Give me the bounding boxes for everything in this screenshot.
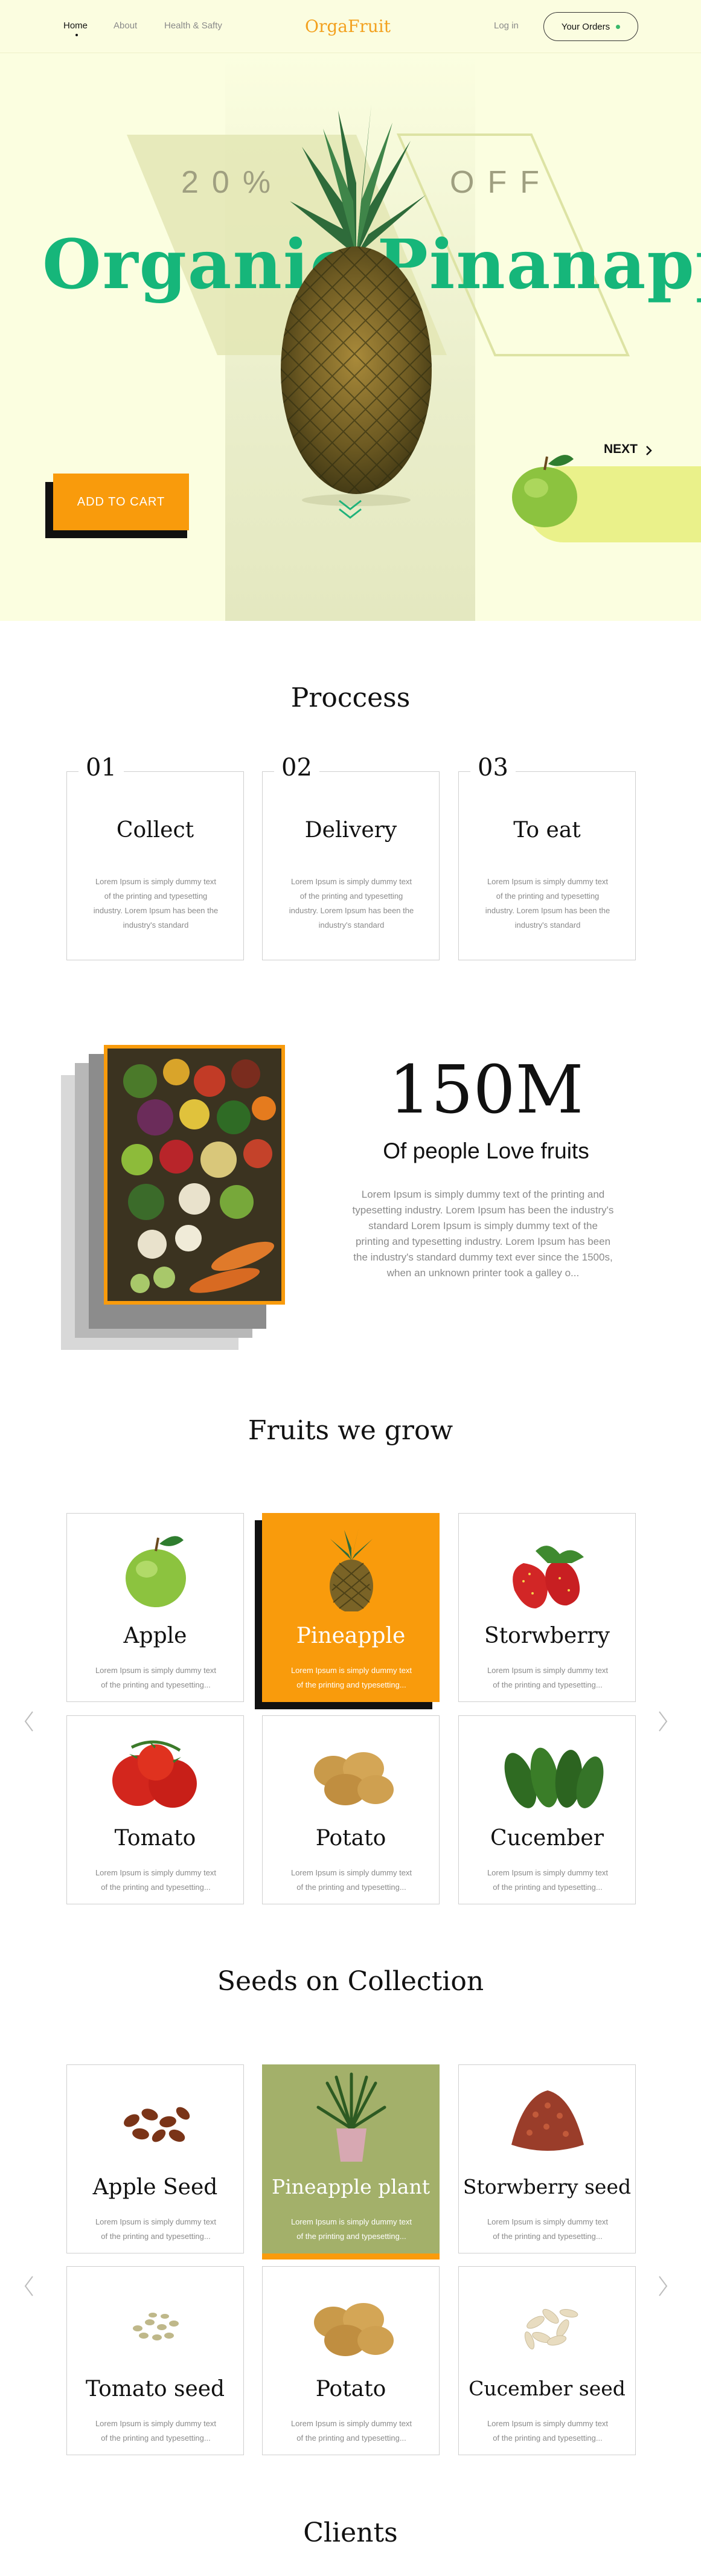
fruit-card-potato[interactable]: Potato Lorem Ipsum is simply dummy text … <box>262 1715 440 1904</box>
cucumber-image <box>504 1747 604 1808</box>
seed-card-tomato[interactable]: Tomato seed Lorem Ipsum is simply dummy … <box>66 2266 244 2455</box>
chevron-right-icon <box>646 446 652 455</box>
fruit-name: Tomato <box>114 1826 196 1851</box>
process-card-title: Collect <box>116 818 194 843</box>
fruit-card-tomato[interactable]: Tomato Lorem Ipsum is simply dummy text … <box>66 1715 244 1904</box>
hero-section: 20% OFF Organic Pinanapple <box>0 53 701 621</box>
seeds-title: Seeds on Collection <box>217 1966 484 1997</box>
process-card-title: Delivery <box>304 818 397 843</box>
fruit-card-cucumber[interactable]: Cucember Lorem Ipsum is simply dummy tex… <box>458 1715 636 1904</box>
fruit-name: Pineapple <box>296 1624 406 1648</box>
fruit-card-apple[interactable]: Apple Lorem Ipsum is simply dummy text o… <box>66 1513 244 1702</box>
fruit-card-strawberry[interactable]: Storwberry Lorem Ipsum is simply dummy t… <box>458 1513 636 1702</box>
nav-about-link[interactable]: About <box>114 21 137 31</box>
seed-name: Cucember seed <box>469 2377 626 2400</box>
stat-subtitle: Of people Love fruits <box>383 1139 589 1163</box>
process-card-title: To eat <box>513 818 581 843</box>
seed-description: Lorem Ipsum is simply dummy text of the … <box>487 2217 609 2241</box>
seed-name: Pineapple plant <box>272 2175 430 2199</box>
add-to-cart-button[interactable]: ADD TO CART <box>53 474 189 530</box>
active-indicator <box>75 34 78 36</box>
process-step-number: 01 <box>78 754 124 782</box>
seed-card-cucumber[interactable]: Cucember seed Lorem Ipsum is simply dumm… <box>458 2266 636 2455</box>
apple-seed-image <box>124 2107 190 2142</box>
chevron-left-icon[interactable] <box>23 1709 35 1733</box>
seed-name: Storwberry seed <box>463 2175 632 2199</box>
seed-description: Lorem Ipsum is simply dummy text of the … <box>95 2217 217 2241</box>
chevron-left-icon[interactable] <box>23 2274 35 2298</box>
fruit-description: Lorem Ipsum is simply dummy text of the … <box>290 1868 412 1892</box>
seed-name: Apple Seed <box>92 2175 218 2200</box>
seed-description: Lorem Ipsum is simply dummy text of the … <box>290 2217 412 2241</box>
stat-description: Lorem Ipsum is simply dummy text of the … <box>352 1189 614 1279</box>
stat-number: 150M <box>388 1051 584 1128</box>
orders-label: Your Orders <box>561 21 610 32</box>
nav-health-link[interactable]: Health & Safty <box>164 21 222 31</box>
process-card-text: Lorem Ipsum is simply dummy text of the … <box>485 877 610 930</box>
seed-description: Lorem Ipsum is simply dummy text of the … <box>487 2419 609 2443</box>
process-card-text: Lorem Ipsum is simply dummy text of the … <box>289 877 414 930</box>
strawberry-image <box>513 1546 584 1608</box>
next-label: NEXT <box>604 442 638 456</box>
potato-image <box>314 2303 394 2356</box>
fruit-description: Lorem Ipsum is simply dummy text of the … <box>95 1666 217 1689</box>
seed-description: Lorem Ipsum is simply dummy text of the … <box>290 2419 412 2443</box>
process-step-number: 02 <box>274 754 319 782</box>
fruit-description: Lorem Ipsum is simply dummy text of the … <box>95 1868 217 1892</box>
seed-card-potato[interactable]: Potato Lorem Ipsum is simply dummy text … <box>262 2266 440 2455</box>
vegetables-photo <box>104 1045 285 1305</box>
seed-name: Potato <box>315 2377 386 2401</box>
chevron-down-icon[interactable] <box>336 497 365 521</box>
fruit-card-pineapple[interactable]: Pineapple Lorem Ipsum is simply dummy te… <box>262 1513 440 1702</box>
process-step-number: 03 <box>470 754 516 782</box>
pineapple-image <box>330 1528 373 1611</box>
apple-thumbnail <box>512 455 577 527</box>
fruit-name: Potato <box>315 1826 386 1851</box>
top-navbar: Home About Health & Safty OrgaFruit Log … <box>0 0 701 53</box>
process-card-collect: Collect Lorem Ipsum is simply dummy text… <box>66 771 244 960</box>
brand-logo[interactable]: OrgaFruit <box>305 16 391 36</box>
potato-image <box>314 1752 394 1805</box>
seed-card-strawberry[interactable]: Storwberry seed Lorem Ipsum is simply du… <box>458 2064 636 2253</box>
tomato-seed-image <box>133 2313 179 2340</box>
chevron-right-icon[interactable] <box>657 2274 669 2298</box>
nav-home-link[interactable]: Home <box>63 21 88 31</box>
chevron-right-icon[interactable] <box>657 1709 669 1733</box>
status-dot-icon <box>616 24 621 29</box>
fruit-description: Lorem Ipsum is simply dummy text of the … <box>487 1868 609 1892</box>
fruit-name: Storwberry <box>484 1624 610 1648</box>
cucumber-seed-image <box>524 2308 578 2350</box>
seed-description: Lorem Ipsum is simply dummy text of the … <box>95 2419 217 2443</box>
process-card-to-eat: To eat Lorem Ipsum is simply dummy text … <box>458 771 636 960</box>
seed-name: Tomato seed <box>85 2377 225 2401</box>
fruits-title: Fruits we grow <box>248 1415 453 1446</box>
strawberry-seed-image <box>511 2090 584 2151</box>
process-card-text: Lorem Ipsum is simply dummy text of the … <box>93 877 219 930</box>
fruit-description: Lorem Ipsum is simply dummy text of the … <box>487 1666 609 1689</box>
discount-off: OFF <box>450 165 552 200</box>
seed-card-pineapple-plant[interactable]: Pineapple plant Lorem Ipsum is simply du… <box>262 2064 440 2253</box>
login-link[interactable]: Log in <box>494 21 519 31</box>
seed-card-apple[interactable]: Apple Seed Lorem Ipsum is simply dummy t… <box>66 2064 244 2253</box>
fruit-description: Lorem Ipsum is simply dummy text of the … <box>290 1666 412 1689</box>
your-orders-button[interactable]: Your Orders <box>543 12 638 41</box>
pineapple-image <box>281 104 432 506</box>
tomato-image <box>112 1740 197 1808</box>
pineapple-plant-image <box>316 2072 386 2162</box>
apple-image <box>126 1536 186 1607</box>
fruit-name: Cucember <box>490 1826 604 1851</box>
process-card-delivery: Delivery Lorem Ipsum is simply dummy tex… <box>262 771 440 960</box>
clients-title: Clients <box>303 2517 398 2548</box>
fruit-name: Apple <box>123 1624 187 1648</box>
process-title: Proccess <box>290 683 411 713</box>
